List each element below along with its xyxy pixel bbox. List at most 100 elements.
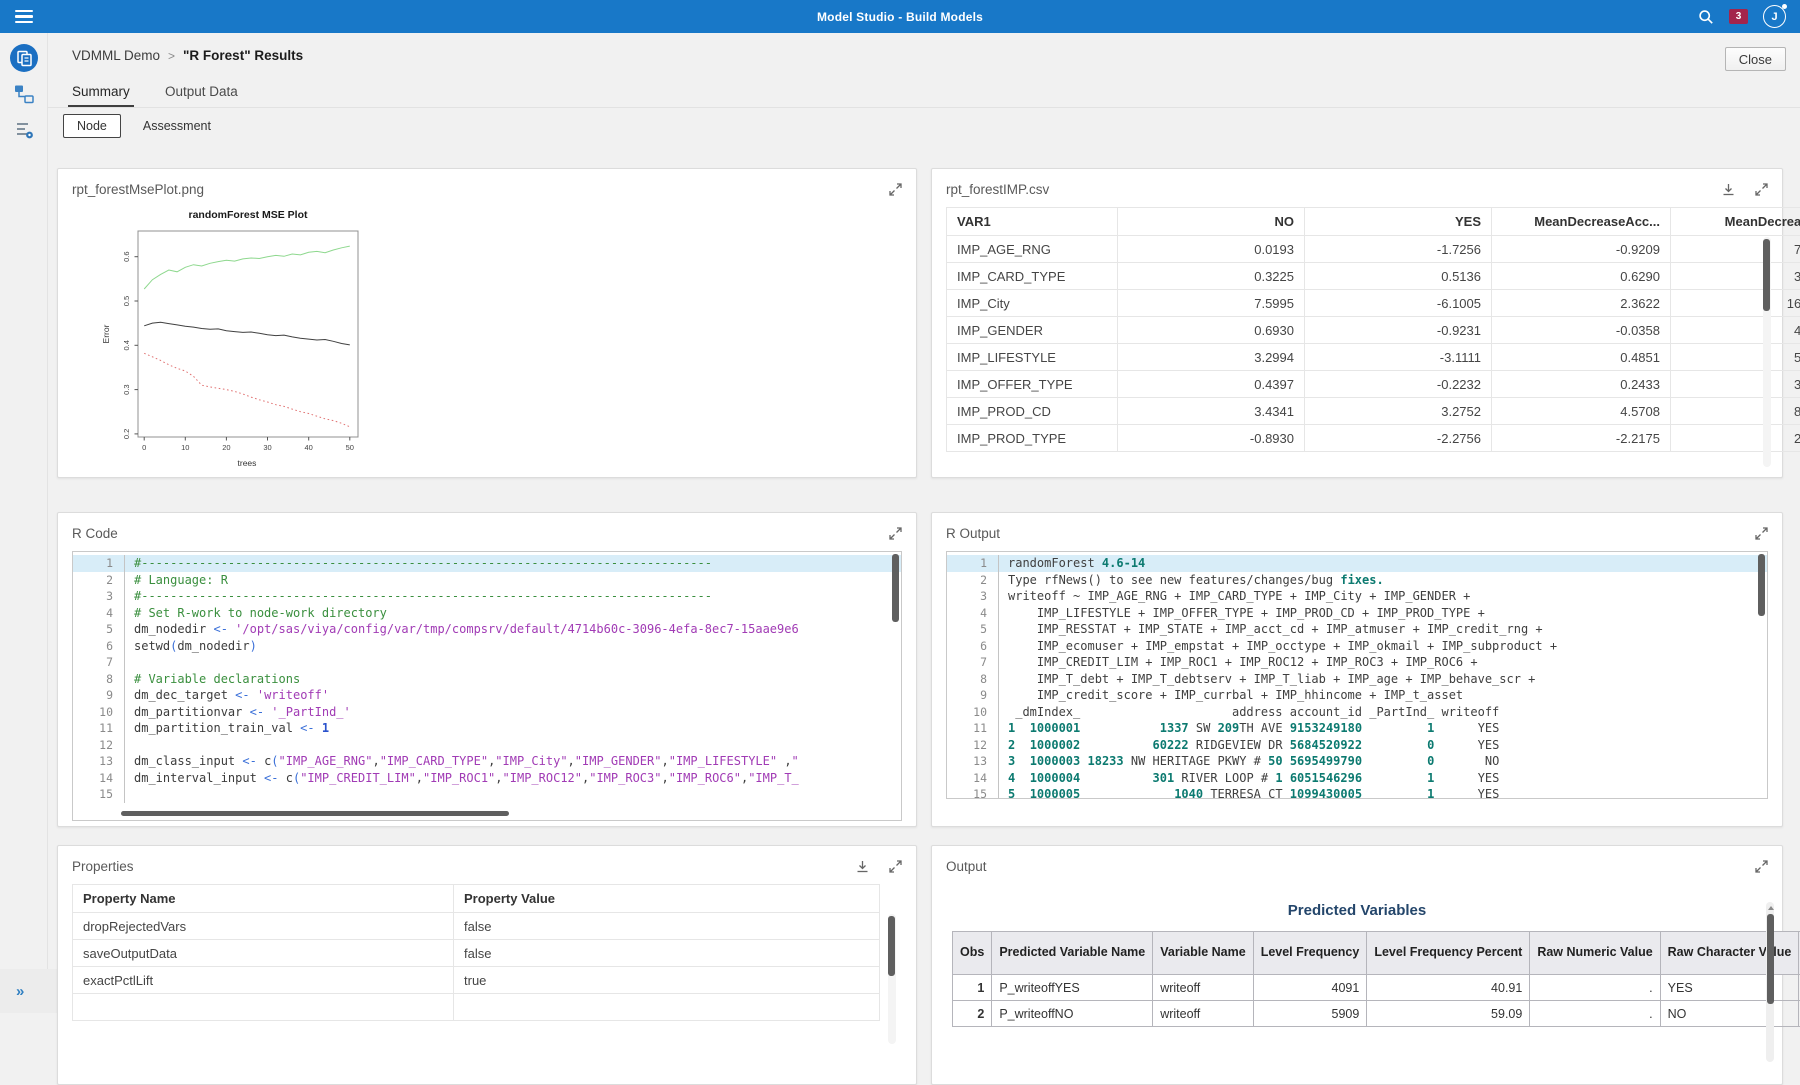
code-line[interactable]: 4# Set R-work to node-work directory	[73, 605, 901, 622]
scrollbar[interactable]	[1758, 554, 1766, 784]
svg-text:0.2: 0.2	[122, 429, 131, 439]
user-avatar[interactable]: J	[1763, 5, 1786, 28]
code-line[interactable]: 11dm_partition_train_val <- 1	[73, 720, 901, 737]
code-line[interactable]: 9 IMP_credit_score + IMP_currbal + IMP_h…	[947, 687, 1767, 704]
code-line[interactable]: 122 1000002 60222 RIDGEVIEW DR 568452092…	[947, 737, 1767, 754]
subtab-node[interactable]: Node	[63, 114, 121, 138]
code-line[interactable]: 10dm_partitionvar <- '_PartInd_'	[73, 704, 901, 721]
code-line[interactable]: 111 1000001 1337 SW 209TH AVE 9153249180…	[947, 720, 1767, 737]
r-output-console[interactable]: 1randomForest 4.6-142Type rfNews() to se…	[946, 551, 1768, 799]
code-text: 2 1000002 60222 RIDGEVIEW DR 5684520922 …	[1008, 737, 1499, 754]
scrollbar[interactable]	[888, 914, 896, 1044]
code-line[interactable]: 14dm_interval_input <- c("IMP_CREDIT_LIM…	[73, 770, 901, 787]
code-line[interactable]: 133 1000003 18233 NW HERITAGE PKWY # 50 …	[947, 753, 1767, 770]
code-line[interactable]: 6setwd(dm_nodedir)	[73, 638, 901, 655]
expand-icon[interactable]	[889, 183, 902, 196]
line-number: 2	[73, 572, 125, 589]
column-header[interactable]: Property Name	[73, 885, 454, 913]
column-header[interactable]: MeanDecreaseGini	[1671, 208, 1800, 236]
svg-text:0.4: 0.4	[122, 340, 131, 350]
code-line[interactable]: 2# Language: R	[73, 572, 901, 589]
column-header[interactable]: NO	[1118, 208, 1305, 236]
code-line[interactable]: 6 IMP_ecomuser + IMP_empstat + IMP_occty…	[947, 638, 1767, 655]
expand-icon[interactable]	[1755, 527, 1768, 540]
column-header[interactable]: YES	[1305, 208, 1492, 236]
code-line[interactable]: 9dm_dec_target <- 'writeoff'	[73, 687, 901, 704]
code-line[interactable]: 5dm_nodedir <- '/opt/sas/viya/config/var…	[73, 621, 901, 638]
table-cell: 3.2752	[1305, 398, 1492, 425]
code-line[interactable]: 8 IMP_T_debt + IMP_T_debtserv + IMP_T_li…	[947, 671, 1767, 688]
code-line[interactable]: 144 1000004 301 RIVER LOOP # 1 605154629…	[947, 770, 1767, 787]
column-header[interactable]: MeanDecreaseAcc...	[1492, 208, 1671, 236]
code-line[interactable]: 155 1000005 1040 TERRESA CT 1099430005 1…	[947, 786, 1767, 799]
column-header[interactable]: VAR1	[947, 208, 1118, 236]
tab-summary[interactable]: Summary	[72, 84, 130, 99]
scrollbar[interactable]	[892, 554, 900, 804]
table-cell: -0.0358	[1492, 317, 1671, 344]
table-row[interactable]: IMP_PROD_CD3.43413.27524.570883.3205	[947, 398, 1800, 425]
table-row[interactable]: IMP_CARD_TYPE0.32250.51360.629039.5336	[947, 263, 1800, 290]
breadcrumb: VDMML Demo > "R Forest" Results	[72, 48, 303, 63]
scrollbar[interactable]	[1766, 902, 1774, 1062]
code-line[interactable]: 1randomForest 4.6-14	[947, 555, 1767, 572]
notification-badge[interactable]: 3	[1729, 9, 1748, 24]
code-line[interactable]: 3#--------------------------------------…	[73, 588, 901, 605]
subtab-assessment[interactable]: Assessment	[143, 119, 211, 133]
code-line[interactable]: 8# Variable declarations	[73, 671, 901, 688]
expand-icon[interactable]	[889, 527, 902, 540]
table-row[interactable]: IMP_LIFESTYLE3.2994-3.11110.485150.2342	[947, 344, 1800, 371]
table-row[interactable]: IMP_PROD_TYPE-0.8930-2.2756-2.217528.694…	[947, 425, 1800, 452]
scroll-up-icon[interactable]	[1767, 904, 1775, 912]
table-row[interactable]: exactPctlLifttrue	[73, 967, 880, 994]
panel-title: rpt_forestMsePlot.png	[72, 182, 204, 197]
code-line[interactable]: 1#--------------------------------------…	[73, 555, 901, 572]
table-cell: saveOutputData	[73, 940, 454, 967]
code-line[interactable]: 4 IMP_LIFESTYLE + IMP_OFFER_TYPE + IMP_P…	[947, 605, 1767, 622]
code-line[interactable]: 7 IMP_CREDIT_LIM + IMP_ROC1 + IMP_ROC12 …	[947, 654, 1767, 671]
column-header: Raw Numeric Value	[1530, 932, 1660, 975]
download-icon[interactable]	[1722, 183, 1735, 196]
menu-icon[interactable]	[15, 10, 33, 24]
table-row[interactable]: IMP_OFFER_TYPE0.4397-0.22320.243332.2189	[947, 371, 1800, 398]
r-code-editor[interactable]: 1#--------------------------------------…	[72, 551, 902, 821]
column-header[interactable]: Property Value	[454, 885, 880, 913]
table-row[interactable]	[73, 994, 880, 1021]
table-row[interactable]: saveOutputDatafalse	[73, 940, 880, 967]
sidebar-item-pipelines[interactable]	[0, 76, 47, 112]
table-row[interactable]: IMP_GENDER0.6930-0.9231-0.035843.8686	[947, 317, 1800, 344]
table-row[interactable]: IMP_AGE_RNG0.0193-1.7256-0.920971.4845	[947, 236, 1800, 263]
search-icon[interactable]	[1698, 9, 1714, 25]
expand-icon[interactable]	[1755, 860, 1768, 873]
code-line[interactable]: 7	[73, 654, 901, 671]
code-line[interactable]: 15	[73, 786, 901, 803]
expand-icon[interactable]	[1755, 183, 1768, 196]
horizontal-scrollbar[interactable]	[121, 811, 509, 816]
svg-text:trees: trees	[238, 458, 257, 468]
table-cell: 3.4341	[1118, 398, 1305, 425]
scrollbar[interactable]	[1763, 237, 1771, 467]
code-text: _dmIndex_ address account_id _PartInd_ w…	[1008, 704, 1499, 721]
table-cell: P_writeoffNO	[992, 1001, 1153, 1027]
code-line[interactable]: 12	[73, 737, 901, 754]
table-cell: IMP_CARD_TYPE	[947, 263, 1118, 290]
breadcrumb-parent[interactable]: VDMML Demo	[72, 48, 160, 63]
line-number: 2	[947, 572, 999, 589]
code-line[interactable]: 10 _dmIndex_ address account_id _PartInd…	[947, 704, 1767, 721]
code-line[interactable]: 5 IMP_RESSTAT + IMP_STATE + IMP_acct_cd …	[947, 621, 1767, 638]
table-row[interactable]: dropRejectedVarsfalse	[73, 913, 880, 940]
code-line[interactable]: 13dm_class_input <- c("IMP_AGE_RNG","IMP…	[73, 753, 901, 770]
table-cell: -0.9209	[1492, 236, 1671, 263]
code-line[interactable]: 2Type rfNews() to see new features/chang…	[947, 572, 1767, 589]
table-row[interactable]: IMP_City7.5995-6.10052.3622166.5204	[947, 290, 1800, 317]
close-button[interactable]: Close	[1725, 47, 1786, 71]
sidebar-item-data[interactable]	[0, 40, 47, 76]
line-number: 8	[947, 671, 999, 688]
tab-output-data[interactable]: Output Data	[165, 84, 238, 99]
sidebar-item-variables[interactable]	[0, 112, 47, 148]
code-text: setwd(dm_nodedir)	[134, 638, 257, 655]
expand-icon[interactable]	[889, 860, 902, 873]
download-icon[interactable]	[856, 860, 869, 873]
code-line[interactable]: 3writeoff ~ IMP_AGE_RNG + IMP_CARD_TYPE …	[947, 588, 1767, 605]
panel-title: rpt_forestIMP.csv	[946, 182, 1049, 197]
table-cell: 1	[953, 975, 992, 1001]
